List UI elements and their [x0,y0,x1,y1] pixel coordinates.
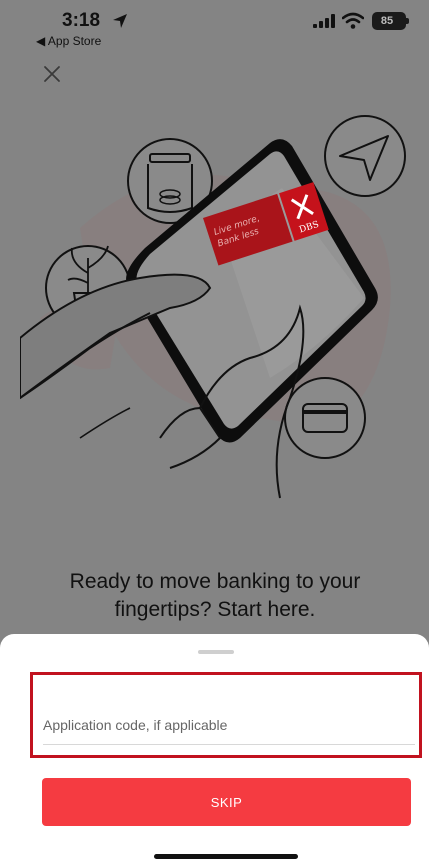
bottom-sheet: SKIP [0,634,429,862]
credit-card-icon [284,377,366,459]
application-code-input[interactable] [43,705,415,745]
send-paper-plane-icon [324,115,406,197]
back-to-app-store-link[interactable]: ◀ App Store [36,34,101,48]
status-time: 3:18 [62,10,101,31]
close-icon[interactable] [40,62,64,86]
wifi-icon [342,12,364,29]
location-arrow-icon [113,14,127,28]
skip-button[interactable]: SKIP [42,778,411,826]
onboarding-illustration: Live more, Bank less DBS [20,115,406,499]
home-indicator [154,854,298,859]
signal-icon [313,14,335,28]
onboarding-screen: 3:18 ◀ App Store 85 Live more, Bank less… [0,0,429,862]
application-code-field-highlight [30,672,422,758]
sheet-drag-handle[interactable] [198,650,234,654]
status-bar: 3:18 ◀ App Store 85 [0,0,429,56]
onboarding-headline: Ready to move banking to your fingertips… [69,570,361,621]
battery-icon: 85 [372,12,409,30]
battery-level: 85 [380,15,394,27]
